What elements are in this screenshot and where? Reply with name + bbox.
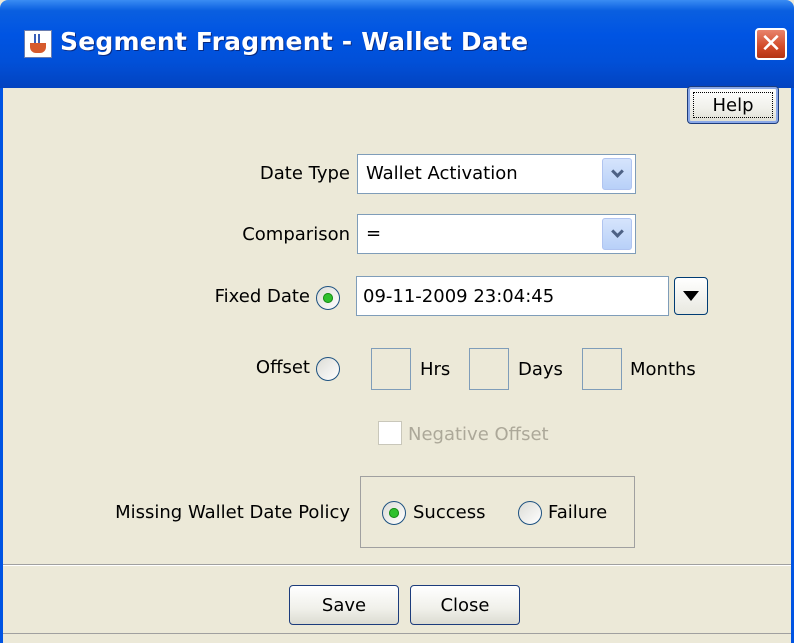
fixed-date-input[interactable]: 09-11-2009 23:04:45 <box>356 276 669 316</box>
focus-ring <box>693 92 773 118</box>
missing-policy-label: Missing Wallet Date Policy <box>115 502 350 523</box>
policy-failure-label: Failure <box>548 502 608 523</box>
close-button[interactable]: Close <box>410 585 520 625</box>
close-icon: ✕ <box>760 29 782 59</box>
save-button-label: Save <box>321 594 367 616</box>
save-button[interactable]: Save <box>289 585 399 625</box>
window-border-left <box>0 88 3 643</box>
hrs-label: Hrs <box>420 359 451 380</box>
fixed-date-label: Fixed Date <box>214 286 310 307</box>
policy-failure-radio[interactable] <box>518 501 542 525</box>
window-close-button[interactable]: ✕ <box>755 28 787 60</box>
date-type-value: Wallet Activation <box>366 163 518 184</box>
chevron-down-icon[interactable] <box>602 218 632 250</box>
triangle-down-icon <box>683 291 699 301</box>
months-label: Months <box>630 359 696 380</box>
days-label: Days <box>518 359 563 380</box>
offset-label: Offset <box>255 357 310 378</box>
comparison-select[interactable]: = <box>357 214 636 254</box>
offset-days-field[interactable] <box>469 348 509 390</box>
date-picker-button[interactable] <box>674 277 708 315</box>
title-bar[interactable]: Segment Fragment - Wallet Date ✕ <box>0 0 794 88</box>
fixed-date-radio[interactable] <box>316 286 340 310</box>
offset-months-field[interactable] <box>582 348 622 390</box>
policy-success-label: Success <box>413 502 486 523</box>
date-type-label: Date Type <box>259 163 350 184</box>
policy-success-radio[interactable] <box>382 501 406 525</box>
java-cup-icon <box>24 30 52 58</box>
comparison-value: = <box>366 223 382 244</box>
bottom-divider <box>3 633 791 634</box>
offset-radio[interactable] <box>316 357 340 381</box>
dialog-window: Segment Fragment - Wallet Date ✕ Help Da… <box>0 0 794 643</box>
help-button[interactable]: Help <box>687 86 779 124</box>
fixed-date-value: 09-11-2009 23:04:45 <box>363 286 555 307</box>
negative-offset-checkbox[interactable] <box>378 421 402 445</box>
window-title: Segment Fragment - Wallet Date <box>60 27 529 56</box>
date-type-select[interactable]: Wallet Activation <box>357 154 636 194</box>
close-button-label: Close <box>440 594 490 616</box>
chevron-down-icon[interactable] <box>602 158 632 190</box>
negative-offset-label: Negative Offset <box>408 424 549 445</box>
comparison-label: Comparison <box>242 224 350 245</box>
offset-hrs-field[interactable] <box>371 348 411 390</box>
